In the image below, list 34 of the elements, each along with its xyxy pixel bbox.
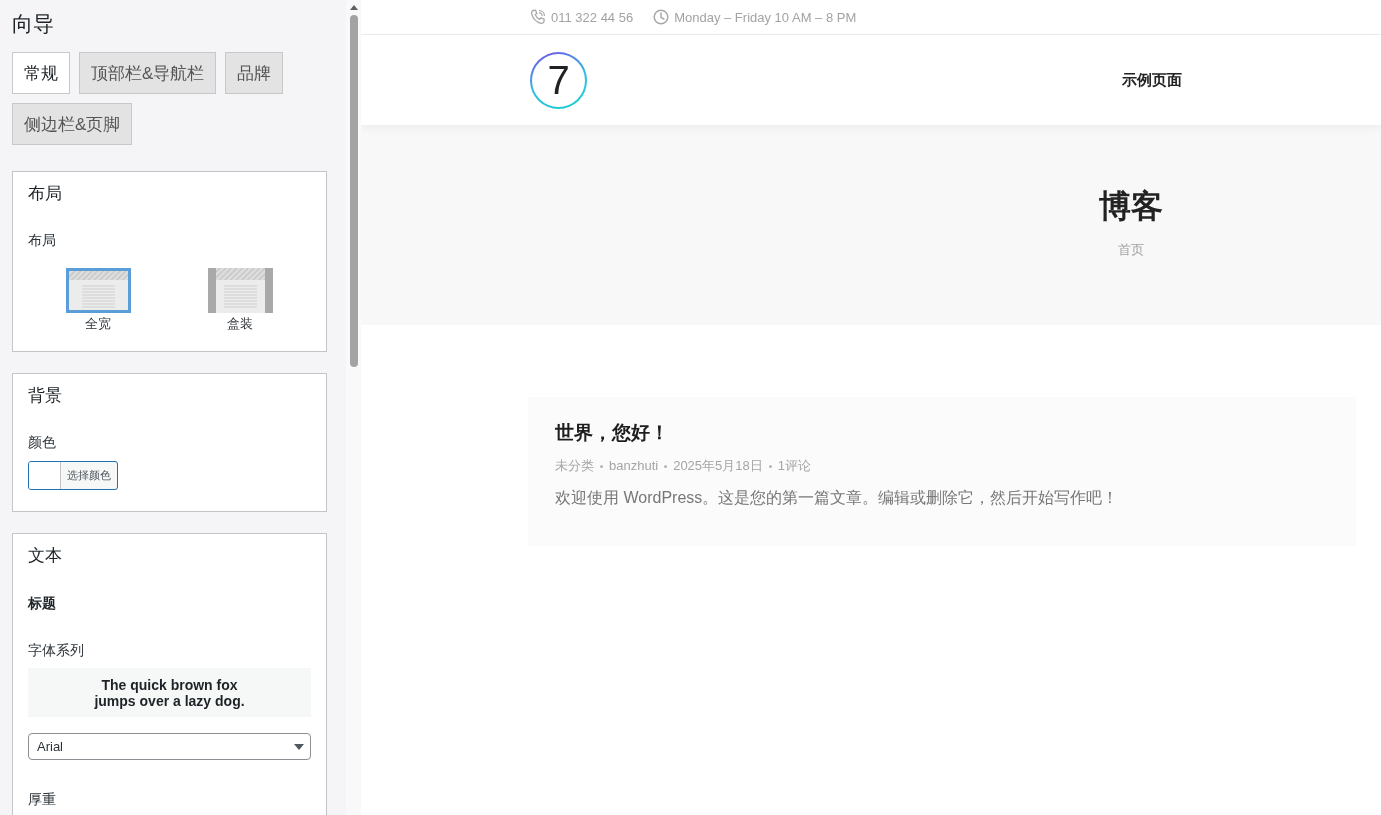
caret-icon: [294, 743, 304, 750]
clock-icon: [653, 9, 670, 25]
post-excerpt: 欢迎使用 WordPress。这是您的第一篇文章。编辑或删除它，然后开始写作吧！: [555, 488, 1120, 508]
phone-number: 011 322 44 56: [551, 9, 634, 25]
field-label: 布局: [28, 231, 57, 250]
tab[interactable]: 侧边栏&页脚: [12, 103, 133, 145]
scroll-up-arrow-icon[interactable]: [349, 5, 358, 10]
color-picker-button[interactable]: 选择颜色: [28, 461, 118, 490]
panel-title: 向导: [12, 11, 55, 37]
field-label: 厚重: [28, 790, 57, 809]
font-family-select[interactable]: Arial: [28, 733, 311, 760]
page-title: 博客: [1098, 187, 1163, 226]
field-label: 颜色: [28, 433, 57, 452]
field-subheading: 标题: [28, 594, 57, 613]
post-title[interactable]: 世界，您好！: [555, 421, 1329, 445]
separator-dot-icon: [664, 464, 668, 468]
nav-link[interactable]: 示例页面: [1122, 70, 1182, 90]
section-heading: 布局: [28, 183, 63, 205]
section-heading: 背景: [28, 385, 63, 407]
color-swatch-icon: [29, 462, 61, 489]
layout-option[interactable]: 盒装: [200, 268, 280, 333]
separator-dot-icon: [768, 464, 772, 468]
font-preview: The quick brown fox jumps over a lazy dog.: [28, 668, 311, 717]
field-label: 字体系列: [28, 641, 85, 660]
layout-option[interactable]: 全宽: [58, 268, 138, 333]
tab[interactable]: 常规: [12, 52, 70, 94]
opening-hours: Monday – Friday 10 AM – 8 PM: [674, 9, 857, 25]
scrollbar-thumb[interactable]: [349, 15, 358, 367]
separator-dot-icon: [600, 464, 603, 468]
section-heading: 文本: [28, 545, 63, 567]
tab[interactable]: 顶部栏&导航栏: [79, 52, 217, 94]
tab[interactable]: 品牌: [225, 52, 284, 94]
site-logo[interactable]: 7: [530, 51, 587, 109]
phone-icon: [530, 9, 546, 25]
